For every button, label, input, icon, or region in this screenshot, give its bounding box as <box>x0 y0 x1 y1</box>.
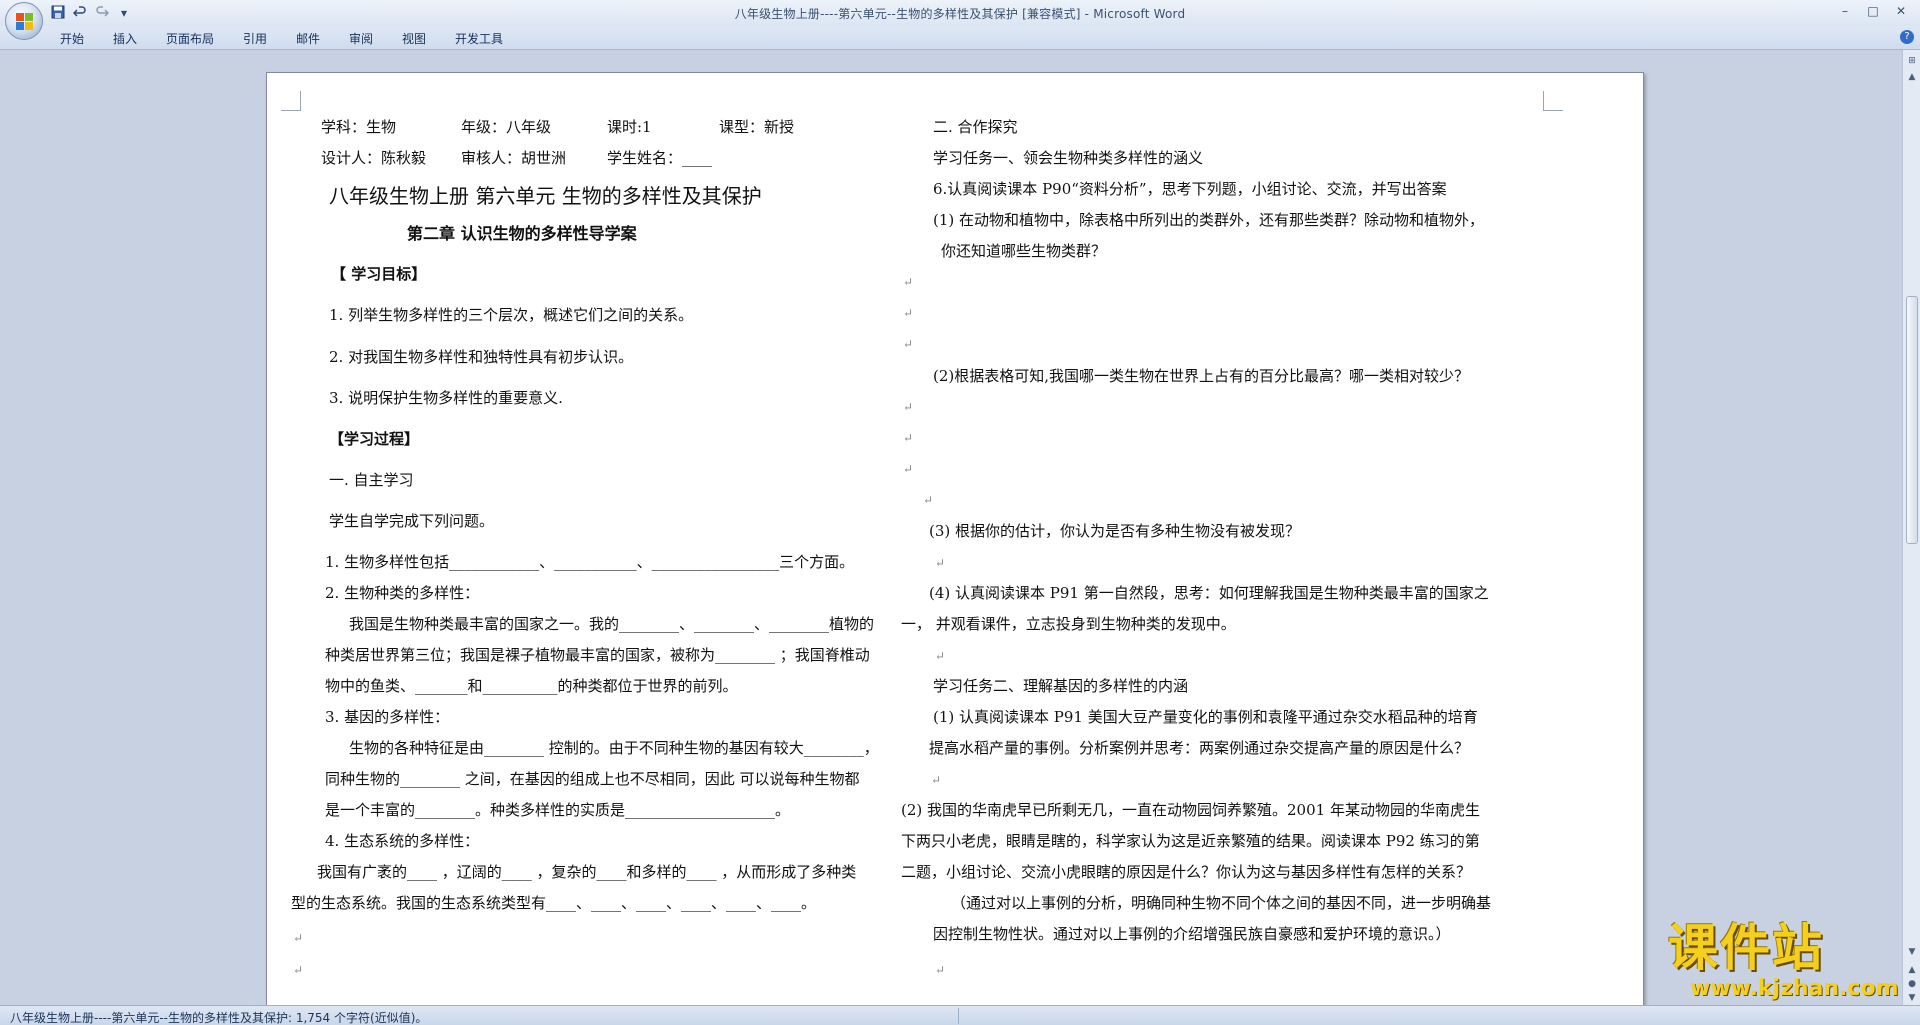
question-text: 物中的鱼类、_______和__________的种类都位于世界的前列。 <box>325 677 738 695</box>
doc-subtitle: 第二章 认识生物的多样性导学案 <box>407 224 637 243</box>
tab-references[interactable]: 引用 <box>243 30 267 47</box>
goal-item: 1. 列举生物多样性的三个层次，概述它们之间的关系。 <box>329 306 694 324</box>
goals-heading: 【 学习目标】 <box>331 265 427 283</box>
paragraph-mark: ↵ <box>935 556 946 570</box>
task-instruction: 6.认真阅读课本 P90“资料分析”，思考下列题，小组讨论、交流，并写出答案 <box>933 180 1447 198</box>
question-text: (4) 认真阅读课本 P91 第一自然段，思考：如何理解我国是生物种类最丰富的国… <box>929 584 1489 602</box>
paragraph-mark: ↵ <box>935 963 946 977</box>
paragraph-mark: ↵ <box>935 649 946 663</box>
question-text: (2) 我国的华南虎早已所剩无几，一直在动物园饲养繁殖。2001 年某动物园的华… <box>901 801 1480 819</box>
office-logo-icon <box>16 13 34 31</box>
left-column: 学科：生物 年级：八年级 课时:1 课型：新授 设计人：陈秋毅 审核人：胡世洲 … <box>291 73 941 1005</box>
question-item: 4. 生态系统的多样性： <box>325 832 480 850</box>
right-column: 二. 合作探究 学习任务一、领会生物种类多样性的涵义 6.认真阅读课本 P90“… <box>901 73 1613 1005</box>
process-heading: 【学习过程】 <box>329 430 420 448</box>
summary-text: （通过对以上事例的分析，明确同种生物不同个体之间的基因不同，进一步明确基 <box>951 894 1492 912</box>
tab-view[interactable]: 视图 <box>402 30 426 47</box>
watermark-url: www.kjzhan.com <box>1690 976 1899 1001</box>
goal-item: 3. 说明保护生物多样性的重要意义. <box>329 389 563 407</box>
goal-item: 2. 对我国生物多样性和独特性具有初步认识。 <box>329 348 634 366</box>
tab-insert[interactable]: 插入 <box>113 30 137 47</box>
summary-text: 因控制生物性状。通过对以上事例的介绍增强民族自豪感和爱护环境的意识。） <box>933 925 1451 943</box>
paragraph-mark: ↵ <box>903 431 914 445</box>
task-heading: 学习任务二、理解基因的多样性的内涵 <box>933 677 1189 695</box>
ruler-toggle-icon[interactable]: ⊞ <box>1905 54 1919 68</box>
question-item: 3. 基因的多样性： <box>325 708 450 726</box>
self-study-heading: 一. 自主学习 <box>329 471 414 489</box>
previous-page-icon[interactable]: ▲ <box>1905 963 1919 977</box>
margin-corner-mark <box>281 91 301 111</box>
question-text: (1) 认真阅读课本 P91 美国大豆产量变化的事例和袁隆平通过杂交水稻品种的培… <box>933 708 1478 726</box>
question-text: 我国是生物种类最丰富的国家之一。我的________、________、____… <box>349 615 875 633</box>
next-page-icon[interactable]: ▼ <box>1905 991 1919 1005</box>
vertical-scrollbar[interactable]: ⊞ ▲ ▼ ▲ ● ▼ <box>1902 50 1920 1005</box>
question-item: 1. 生物多样性包括____________、___________、_____… <box>325 553 855 571</box>
tab-review[interactable]: 审阅 <box>349 30 373 47</box>
designer-label: 设计人：陈秋毅 <box>321 149 427 167</box>
paragraph-mark: ↵ <box>293 931 304 945</box>
select-browse-object-icon[interactable]: ● <box>1905 977 1919 991</box>
status-bar: 八年级生物上册----第六单元--生物的多样性及其保护: 1,754 个字符(近… <box>0 1005 1920 1025</box>
paragraph-mark: ↵ <box>903 275 914 289</box>
office-button[interactable] <box>5 2 43 40</box>
reviewer-label: 审核人：胡世洲 <box>461 149 567 167</box>
question-text: 我国有广袤的____ ，辽阔的____ ，复杂的____和多样的____ ，从而… <box>317 863 857 881</box>
grade-label: 年级：八年级 <box>461 118 552 136</box>
tab-page-layout[interactable]: 页面布局 <box>166 30 214 47</box>
question-text: (1) 在动物和植物中，除表格中所列出的类群外，还有那些类群？除动物和植物外， <box>933 211 1485 229</box>
tab-developer[interactable]: 开发工具 <box>455 30 503 47</box>
paragraph-mark: ↵ <box>293 963 304 977</box>
question-text: (3) 根据你的估计，你认为是否有多种生物没有被发现？ <box>929 522 1301 540</box>
document-workspace: 学科：生物 年级：八年级 课时:1 课型：新授 设计人：陈秋毅 审核人：胡世洲 … <box>0 50 1902 1005</box>
question-text: 同种生物的________ 之间，在基因的组成上也不尽相同，因此 可以说每种生物… <box>325 770 860 788</box>
paragraph-mark: ↵ <box>931 773 942 787</box>
paragraph-mark: ↵ <box>903 337 914 351</box>
word-count-status[interactable]: 八年级生物上册----第六单元--生物的多样性及其保护: 1,754 个字符(近… <box>10 1009 427 1025</box>
student-name-label: 学生姓名：____ <box>607 149 713 167</box>
doc-title: 八年级生物上册 第六单元 生物的多样性及其保护 <box>329 184 762 208</box>
section-heading: 二. 合作探究 <box>933 118 1018 136</box>
question-item: 2. 生物种类的多样性： <box>325 584 480 602</box>
help-icon[interactable]: ? <box>1900 30 1914 44</box>
ribbon-tabs: 开始 插入 页面布局 引用 邮件 审阅 视图 开发工具 ? <box>0 26 1920 50</box>
subject-label: 学科：生物 <box>321 118 397 136</box>
lesson-type-label: 课型：新授 <box>719 118 795 136</box>
tab-home[interactable]: 开始 <box>60 30 84 47</box>
tab-mailings[interactable]: 邮件 <box>296 30 320 47</box>
question-text: 你还知道哪些生物类群？ <box>941 242 1107 260</box>
close-button[interactable]: ✕ <box>1888 2 1914 20</box>
period-label: 课时:1 <box>607 118 652 136</box>
window-title: 八年级生物上册----第六单元--生物的多样性及其保护 [兼容模式] - Mic… <box>734 7 1186 21</box>
paragraph-mark: ↵ <box>903 306 914 320</box>
self-study-intro: 学生自学完成下列问题。 <box>329 512 495 530</box>
paragraph-mark: ↵ <box>923 493 934 507</box>
status-divider <box>958 1008 959 1024</box>
question-text: 型的生态系统。我国的生态系统类型有____、____、____、____、___… <box>291 894 817 912</box>
maximize-button[interactable]: □ <box>1860 2 1886 20</box>
scroll-down-icon[interactable]: ▼ <box>1905 945 1919 959</box>
minimize-button[interactable]: – <box>1832 2 1858 20</box>
question-text: (2)根据表格可知,我国哪一类生物在世界上占有的百分比最高？哪一类相对较少？ <box>933 367 1470 385</box>
question-text: 二题，小组讨论、交流小虎眼瞎的原因是什么？你认为这与基因多样性有怎样的关系？ <box>901 863 1472 881</box>
question-text: 一， 并观看课件，立志投身到生物种类的发现中。 <box>901 615 1236 633</box>
scroll-thumb[interactable] <box>1906 296 1918 544</box>
question-text: 提高水稻产量的事例。分析案例并思考：两案例通过杂交提高产量的原因是什么？ <box>929 739 1470 757</box>
paragraph-mark: ↵ <box>903 462 914 476</box>
scroll-up-icon[interactable]: ▲ <box>1905 70 1919 84</box>
document-page[interactable]: 学科：生物 年级：八年级 课时:1 课型：新授 设计人：陈秋毅 审核人：胡世洲 … <box>266 72 1644 1005</box>
question-text: 下两只小老虎，眼睛是瞎的，科学家认为这是近亲繁殖的结果。阅读课本 P92 练习的… <box>901 832 1480 850</box>
question-text: 种类居世界第三位；我国是裸子植物最丰富的国家，被称为________ ；我国脊椎… <box>325 646 870 664</box>
task-heading: 学习任务一、领会生物种类多样性的涵义 <box>933 149 1204 167</box>
watermark-title: 课件站 <box>1668 919 1824 977</box>
question-text: 生物的各种特征是由________ 控制的。由于不同种生物的基因有较大_____… <box>349 739 879 757</box>
paragraph-mark: ↵ <box>903 400 914 414</box>
watermark-logo: 课件站 www.kjzhan.com <box>1668 920 1904 1002</box>
title-bar: ▾ 八年级生物上册----第六单元--生物的多样性及其保护 [兼容模式] - M… <box>0 0 1920 26</box>
question-text: 是一个丰富的________。种类多样性的实质是________________… <box>325 801 791 819</box>
